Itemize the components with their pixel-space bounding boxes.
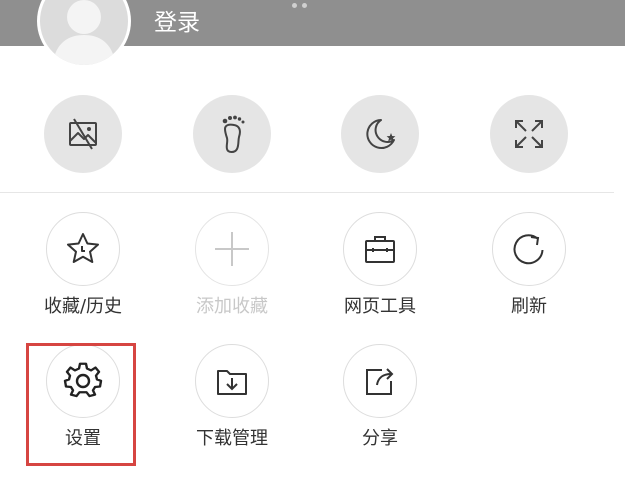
section-divider (0, 192, 614, 193)
no-image-icon (63, 114, 103, 154)
favorites-history-label: 收藏/历史 (43, 296, 123, 317)
fullscreen-icon (509, 114, 549, 154)
gear-icon (63, 361, 103, 401)
star-icon (63, 229, 103, 269)
user-avatar-icon[interactable] (37, 0, 131, 68)
download-folder-icon (212, 361, 252, 401)
add-favorite-label: 添加收藏 (196, 296, 268, 317)
night-mode-icon (360, 114, 400, 154)
download-manager-circle (195, 344, 269, 418)
footprint-icon (212, 112, 252, 156)
footprint-button[interactable] (193, 95, 271, 173)
settings-label: 设置 (65, 428, 101, 449)
refresh-button[interactable]: 刷新 (474, 212, 584, 319)
web-tools-circle (343, 212, 417, 286)
settings-button[interactable]: 设置 (28, 344, 138, 451)
settings-circle (46, 344, 120, 418)
fullscreen-button[interactable] (490, 95, 568, 173)
refresh-circle (492, 212, 566, 286)
web-tools-button[interactable]: 网页工具 (325, 212, 435, 319)
download-manager-label: 下载管理 (196, 428, 268, 449)
add-favorite-button[interactable]: 添加收藏 (177, 212, 287, 319)
favorites-history-circle (46, 212, 120, 286)
share-circle (343, 344, 417, 418)
no-image-mode-button[interactable] (44, 95, 122, 173)
refresh-icon (509, 229, 549, 269)
toolbox-icon (360, 229, 400, 269)
web-tools-label: 网页工具 (344, 296, 416, 317)
download-manager-button[interactable]: 下载管理 (177, 344, 287, 451)
share-button[interactable]: 分享 (325, 344, 435, 451)
login-button[interactable]: 登录 (154, 8, 200, 38)
page-indicator (292, 3, 307, 8)
page-dot (292, 3, 297, 8)
refresh-label: 刷新 (511, 296, 547, 317)
page-dot (302, 3, 307, 8)
plus-icon (212, 229, 252, 269)
share-label: 分享 (362, 428, 398, 449)
favorites-history-button[interactable]: 收藏/历史 (28, 212, 138, 319)
share-icon (360, 361, 400, 401)
night-mode-button[interactable] (341, 95, 419, 173)
add-favorite-circle (195, 212, 269, 286)
